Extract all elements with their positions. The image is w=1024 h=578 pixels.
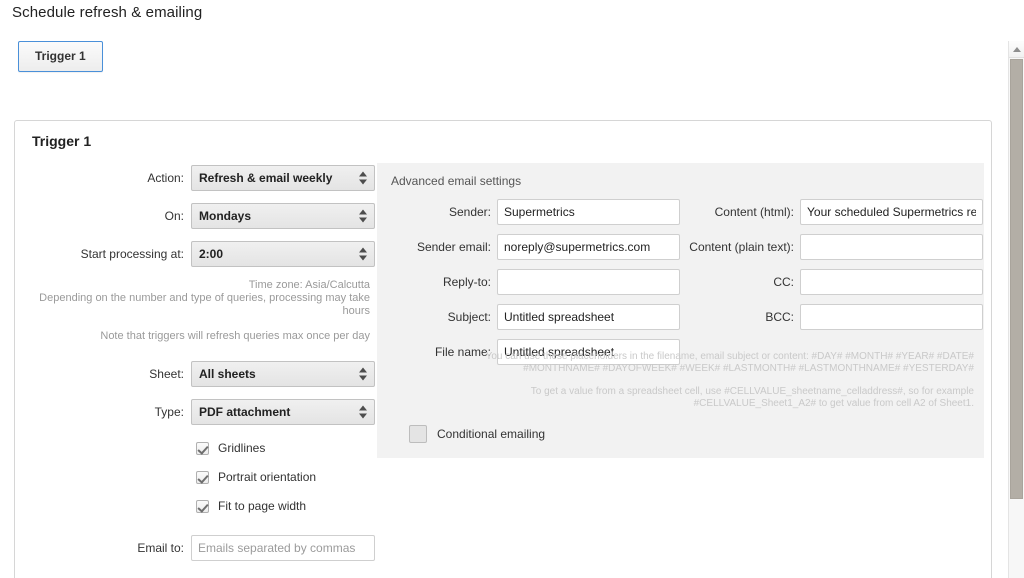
- action-select[interactable]: Refresh & email weekly: [191, 165, 375, 191]
- trigger-settings-form: Action: Refresh & email weekly On: Monda…: [15, 165, 375, 573]
- cellvalue-help-text: To get a value from a spreadsheet cell, …: [530, 386, 974, 409]
- start-processing-label: Start processing at:: [80, 247, 184, 261]
- tab-trigger-1[interactable]: Trigger 1: [18, 41, 103, 72]
- email-to-label: Email to:: [137, 541, 184, 555]
- bcc-label: BCC:: [765, 310, 794, 324]
- cc-label: CC:: [773, 275, 794, 289]
- checkbox-row-gridlines: Gridlines: [196, 441, 375, 455]
- advanced-fields-grid: Sender: Sender email: Reply-to: Subject:…: [377, 199, 984, 374]
- conditional-emailing-checkbox[interactable]: [409, 425, 427, 443]
- field-sheet: Sheet: All sheets: [15, 361, 375, 387]
- field-email-to: Email to:: [15, 535, 375, 561]
- content-html-input[interactable]: [800, 199, 983, 225]
- on-select[interactable]: Mondays: [191, 203, 375, 229]
- action-label: Action:: [147, 171, 184, 185]
- advanced-email-settings-panel: Advanced email settings Sender: Sender e…: [377, 163, 984, 458]
- content-html-label: Content (html):: [714, 205, 794, 219]
- trigger-tabs: Trigger 1: [18, 41, 103, 72]
- advanced-settings-title: Advanced email settings: [391, 174, 522, 188]
- field-sender: Sender:: [377, 199, 680, 225]
- app-root: Schedule refresh & emailing Trigger 1 Tr…: [0, 0, 1024, 578]
- field-content-html: Content (html):: [680, 199, 983, 225]
- field-content-plain-text: Content (plain text):: [680, 234, 983, 260]
- conditional-emailing-label: Conditional emailing: [437, 427, 546, 441]
- gridlines-checkbox[interactable]: [196, 441, 209, 455]
- sender-label: Sender:: [448, 205, 491, 219]
- checkbox-row-fit-to-page-width: Fit to page width: [196, 499, 375, 513]
- conditional-emailing-row: Conditional emailing: [409, 425, 545, 443]
- subject-label: Subject:: [447, 310, 491, 324]
- scroll-up-button[interactable]: [1009, 41, 1024, 58]
- field-action: Action: Refresh & email weekly: [15, 165, 375, 191]
- on-label: On:: [164, 209, 184, 223]
- field-cc: CC:: [680, 269, 983, 295]
- gridlines-label: Gridlines: [218, 441, 266, 455]
- reply-to-input[interactable]: [497, 269, 680, 295]
- field-bcc: BCC:: [680, 304, 983, 330]
- max-once-hint: Note that triggers will refresh queries …: [100, 330, 370, 342]
- timezone-hint: Time zone: Asia/Calcutta: [248, 279, 370, 291]
- scrollbar-thumb[interactable]: [1010, 59, 1023, 499]
- type-label: Type:: [154, 405, 184, 419]
- fit-to-page-width-label: Fit to page width: [218, 499, 307, 513]
- sender-email-label: Sender email:: [416, 240, 491, 254]
- sheet-label: Sheet:: [149, 367, 184, 381]
- sender-email-input[interactable]: [497, 234, 680, 260]
- type-select[interactable]: PDF attachment: [191, 399, 375, 425]
- field-reply-to: Reply-to:: [377, 269, 680, 295]
- field-type: Type: PDF attachment: [15, 399, 375, 425]
- field-on: On: Mondays: [15, 203, 375, 229]
- reply-to-label: Reply-to:: [442, 275, 491, 289]
- processing-hint: Depending on the number and type of quer…: [39, 292, 370, 317]
- portrait-orientation-label: Portrait orientation: [218, 470, 317, 484]
- page-title: Schedule refresh & emailing: [12, 4, 203, 21]
- content-plain-text-label: Content (plain text):: [689, 240, 794, 254]
- field-subject: Subject:: [377, 304, 680, 330]
- placeholders-help-text: You can use these placeholders in the fi…: [485, 351, 974, 374]
- subject-input[interactable]: [497, 304, 680, 330]
- cc-input[interactable]: [800, 269, 983, 295]
- content-plain-text-input[interactable]: [800, 234, 983, 260]
- vertical-scrollbar[interactable]: [1008, 41, 1024, 578]
- sheet-select[interactable]: All sheets: [191, 361, 375, 387]
- advanced-right-column: Content (html): Content (plain text): CC…: [680, 199, 983, 374]
- field-sender-email: Sender email:: [377, 234, 680, 260]
- triangle-up-icon: [1012, 46, 1021, 52]
- email-to-input[interactable]: [191, 535, 375, 561]
- panel-title: Trigger 1: [32, 133, 92, 149]
- fit-to-page-width-checkbox[interactable]: [196, 499, 209, 513]
- bcc-input[interactable]: [800, 304, 983, 330]
- field-start-processing-at: Start processing at: 2:00: [15, 241, 375, 267]
- sender-input[interactable]: [497, 199, 680, 225]
- start-processing-select[interactable]: 2:00: [191, 241, 375, 267]
- advanced-left-column: Sender: Sender email: Reply-to: Subject:…: [377, 199, 680, 374]
- portrait-orientation-checkbox[interactable]: [196, 470, 209, 484]
- checkbox-row-portrait-orientation: Portrait orientation: [196, 470, 375, 484]
